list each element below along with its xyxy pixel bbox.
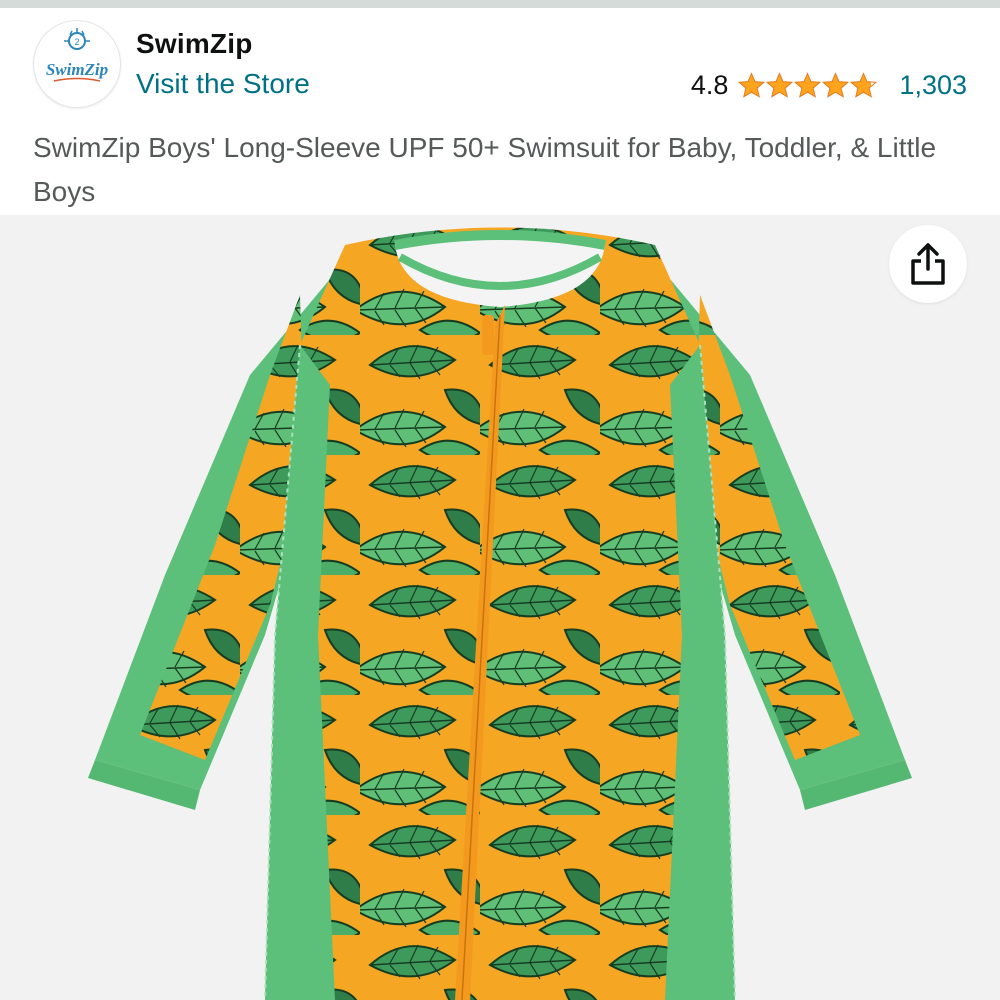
star-rating — [738, 71, 878, 99]
product-image — [88, 227, 912, 1000]
share-button[interactable] — [889, 225, 967, 303]
top-strip — [0, 0, 1000, 8]
rating-row[interactable]: 4.8 1,303 — [691, 68, 967, 102]
product-image-gallery[interactable] — [0, 215, 1000, 1000]
store-name[interactable]: SwimZip — [136, 28, 253, 60]
star-icon — [850, 71, 878, 98]
visit-store-link[interactable]: Visit the Store — [136, 68, 310, 100]
svg-text:2: 2 — [74, 37, 79, 47]
star-icon — [822, 71, 850, 98]
rating-value: 4.8 — [690, 69, 729, 100]
svg-text:SwimZip: SwimZip — [46, 60, 108, 79]
star-icon — [766, 71, 794, 98]
share-icon — [911, 243, 945, 285]
store-logo[interactable]: 2 SwimZip — [33, 20, 121, 108]
star-icon — [794, 71, 822, 98]
review-count-link[interactable]: 1,303 — [899, 70, 967, 101]
product-title: SwimZip Boys' Long-Sleeve UPF 50+ Swimsu… — [33, 132, 937, 207]
star-icon — [738, 71, 766, 98]
store-header: 2 SwimZip SwimZip Visit the Store 4.8 1,… — [0, 8, 1000, 215]
